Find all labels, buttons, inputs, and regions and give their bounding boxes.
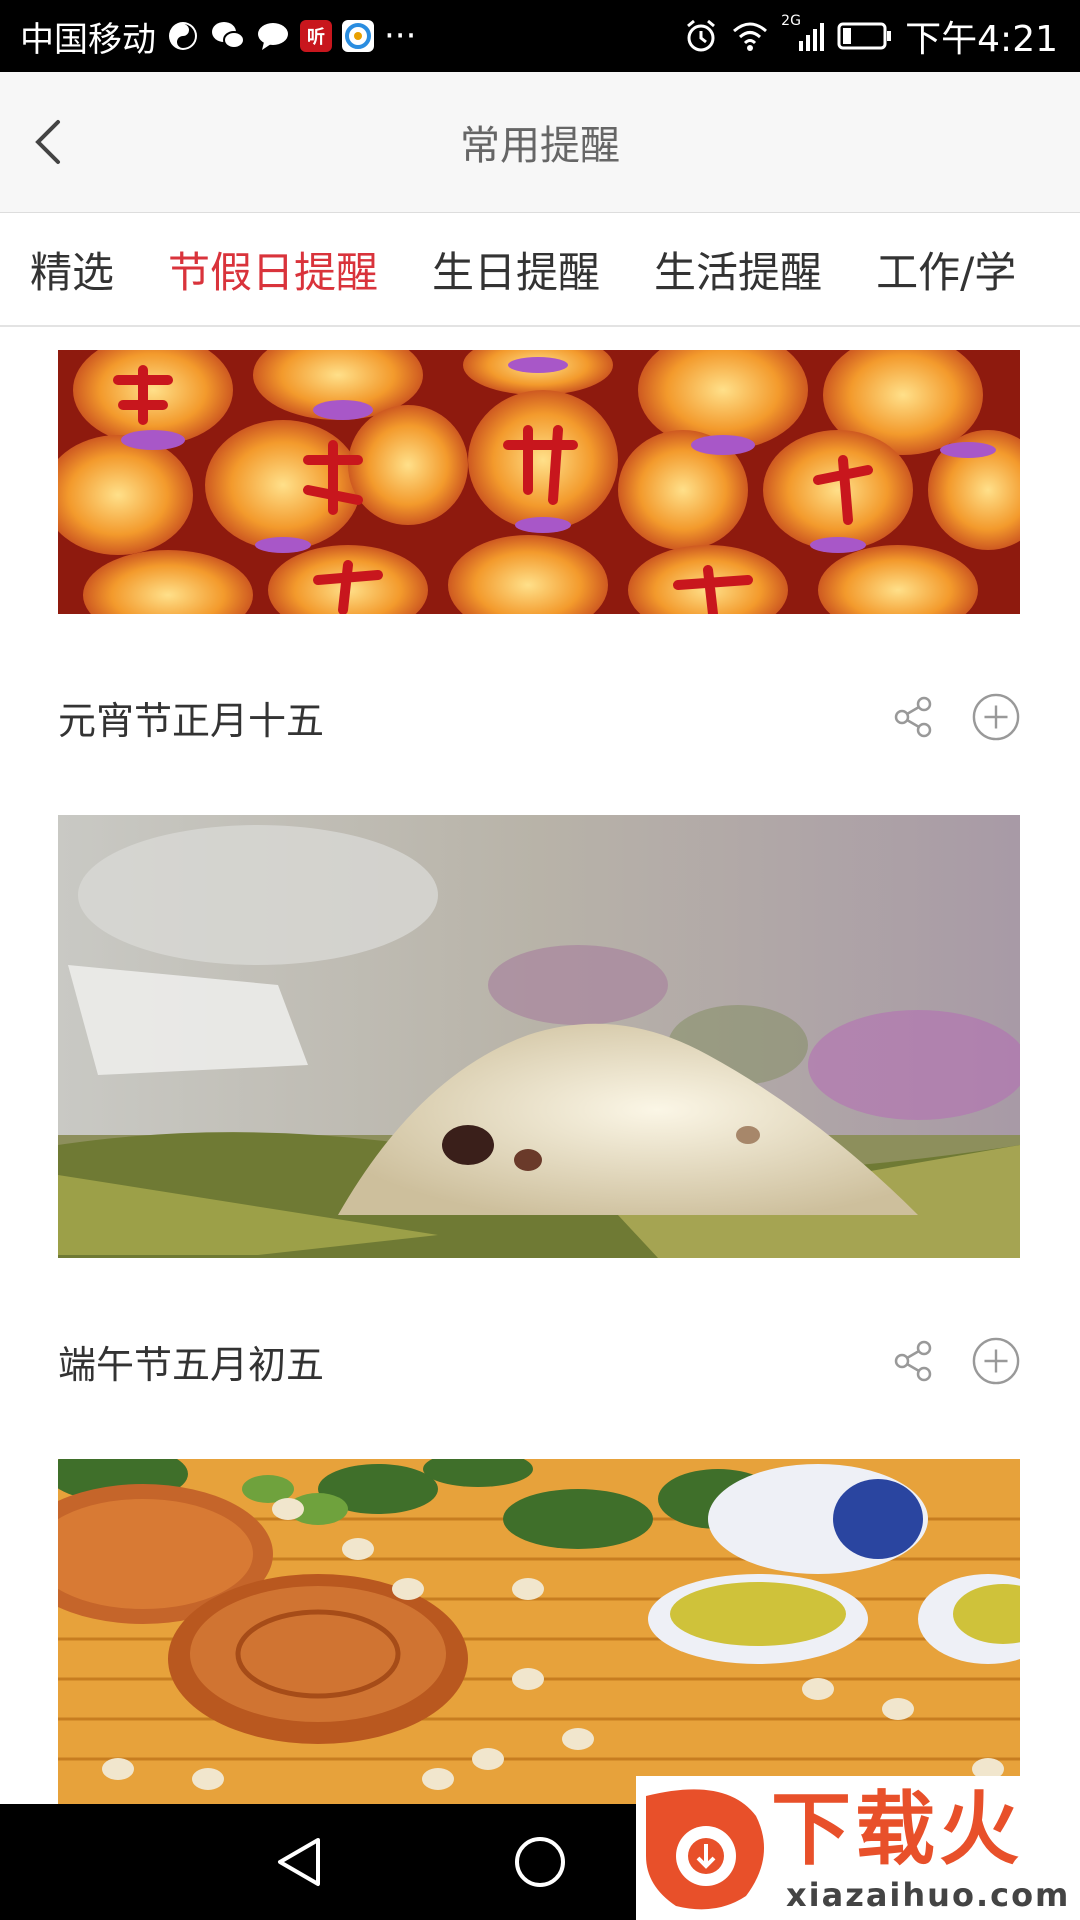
listen-app-icon: 听 (300, 20, 332, 52)
add-reminder-button[interactable] (972, 1337, 1020, 1385)
lantern-festival-banner[interactable] (43, 330, 1048, 640)
mooncake-tea-image (13, 1446, 1058, 1804)
watermark: 下载火 xiazaihuo.com (636, 1776, 1080, 1920)
signal-icon: 2G (781, 13, 825, 53)
tab-featured[interactable]: 精选 (30, 239, 114, 300)
reminder-item: 端午节五月初五 (58, 1306, 1020, 1416)
battery-icon (837, 21, 893, 51)
triangle-back-icon (278, 1838, 320, 1886)
share-icon (894, 1340, 932, 1382)
page-title: 常用提醒 (460, 123, 620, 169)
reminder-title: 元宵节正月十五 (58, 698, 325, 743)
tab-birthday-reminders[interactable]: 生日提醒 (432, 239, 600, 300)
dragon-boat-festival-banner[interactable] (58, 815, 1028, 1258)
red-lanterns-image (43, 330, 1048, 640)
share-button[interactable] (890, 693, 938, 741)
watermark-url: xiazaihuo.com (786, 1876, 1071, 1914)
app-notification-icon (166, 19, 200, 53)
wechat-icon (210, 20, 246, 52)
nav-back-button[interactable] (270, 1832, 330, 1892)
reminder-feed: 元宵节正月十五 端午节五月初五 (0, 326, 1080, 1804)
tab-work-study-reminders[interactable]: 工作/学 (876, 239, 1016, 300)
more-notifications-icon: ··· (384, 16, 417, 56)
tab-holiday-reminders[interactable]: 节假日提醒 (168, 239, 378, 300)
nav-home-button[interactable] (510, 1832, 570, 1892)
plus-circle-icon (972, 1337, 1020, 1385)
share-button[interactable] (890, 1337, 938, 1385)
mid-autumn-festival-banner[interactable] (13, 1446, 1058, 1804)
network-type-label: 2G (781, 13, 801, 29)
watermark-brand: 下载火 (771, 1783, 1023, 1876)
alarm-icon (683, 18, 719, 54)
app-header: 常用提醒 (0, 72, 1080, 213)
plus-circle-icon (972, 693, 1020, 741)
reminder-item: 元宵节正月十五 (58, 662, 1020, 772)
category-tabs: 精选 节假日提醒 生日提醒 生活提醒 工作/学 (0, 213, 1080, 327)
clock-label: 下午4:21 (905, 19, 1058, 60)
status-bar: 中国移动 听 ··· 2G 下午4:21 (0, 0, 1080, 72)
carrier-label: 中国移动 (20, 19, 156, 60)
circle-home-icon (515, 1837, 565, 1887)
add-reminder-button[interactable] (972, 693, 1020, 741)
tab-life-reminders[interactable]: 生活提醒 (654, 239, 822, 300)
reminder-title: 端午节五月初五 (58, 1342, 325, 1387)
browser-app-icon (342, 20, 374, 52)
wifi-icon (731, 20, 769, 52)
message-icon (256, 20, 290, 52)
listen-app-label: 听 (307, 27, 325, 48)
zongzi-image (58, 815, 1028, 1258)
share-icon (894, 696, 932, 738)
